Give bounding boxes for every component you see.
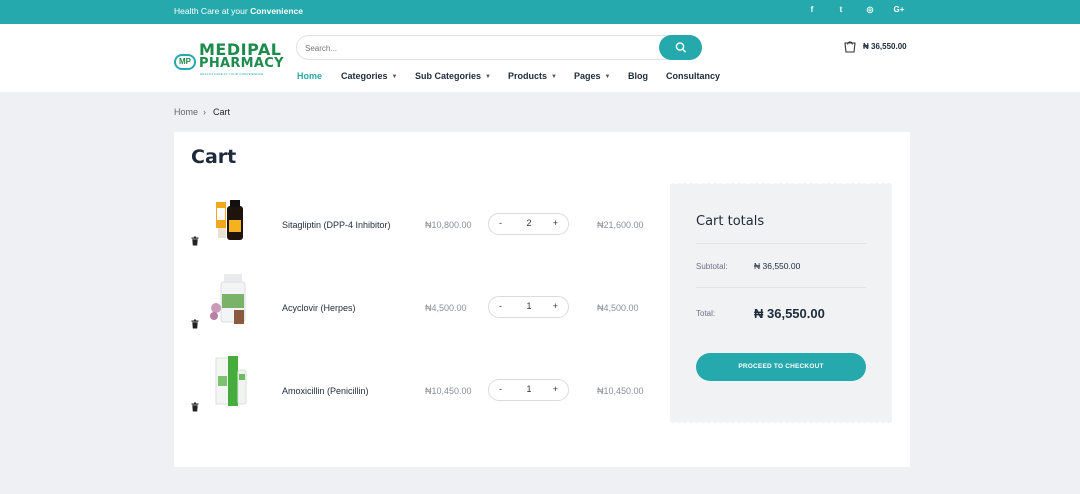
trash-icon[interactable] (190, 402, 200, 412)
tagline: Health Care at your Convenience (174, 6, 303, 16)
product-price: ₦4,500.00 (425, 303, 467, 313)
quantity-decrease-button[interactable]: - (499, 301, 502, 311)
trash-icon[interactable] (190, 236, 200, 246)
nav-products[interactable]: Products ▼ (508, 71, 557, 81)
logo-subtitle: HEALTH CARE AT YOUR CONVENIENCE (200, 72, 264, 76)
breadcrumb-separator: › (203, 107, 206, 117)
quantity-value[interactable]: 1 (525, 301, 533, 311)
total-value: ₦ 36,550.00 (754, 306, 825, 321)
top-bar: Health Care at your Convenience f t ◎ G+ (0, 0, 1080, 24)
line-total: ₦4,500.00 (597, 303, 639, 313)
page-title: Cart (191, 146, 237, 168)
product-image[interactable] (204, 192, 259, 252)
twitter-icon[interactable]: t (835, 5, 847, 14)
quantity-value[interactable]: 2 (525, 218, 533, 228)
divider (696, 287, 866, 288)
quantity-value[interactable]: 1 (525, 384, 533, 394)
nav-home[interactable]: Home (297, 71, 322, 81)
quantity-increase-button[interactable]: + (553, 384, 558, 394)
logo[interactable]: MP MEDIPAL PHARMACY HEALTH CARE AT YOUR … (174, 40, 284, 76)
logo-badge: MP (174, 54, 196, 70)
quantity-stepper: - 1 + (488, 379, 569, 401)
search-button[interactable] (659, 35, 702, 60)
panel-edge-top (670, 183, 892, 185)
google-plus-icon[interactable]: G+ (893, 5, 905, 14)
nav-blog[interactable]: Blog (628, 71, 648, 81)
product-image[interactable] (204, 354, 259, 414)
cart-row: Amoxicillin (Penicillin) ₦10,450.00 - 1 … (174, 354, 654, 424)
cart-card: Cart Sitagliptin (DPP-4 Inhibitor) ₦10,8… (174, 132, 910, 467)
quantity-increase-button[interactable]: + (553, 301, 558, 311)
line-total: ₦10,450.00 (597, 386, 644, 396)
header-cart[interactable]: ₦ 36,550.00 (843, 39, 907, 53)
quantity-increase-button[interactable]: + (553, 218, 558, 228)
chevron-down-icon: ▼ (485, 74, 491, 80)
cart-row: Sitagliptin (DPP-4 Inhibitor) ₦10,800.00… (174, 192, 654, 262)
quantity-stepper: - 2 + (488, 213, 569, 235)
cart-totals-panel: Cart totals Subtotal: ₦ 36,550.00 Total:… (670, 183, 892, 423)
quantity-stepper: - 1 + (488, 296, 569, 318)
product-price: ₦10,800.00 (425, 220, 472, 230)
breadcrumb-current: Cart (213, 107, 231, 117)
breadcrumb-home[interactable]: Home (174, 107, 198, 117)
total-label: Total: (696, 309, 716, 318)
search-input[interactable] (305, 41, 655, 55)
panel-edge-bottom (670, 421, 892, 423)
nav-categories[interactable]: Categories ▼ (341, 71, 397, 81)
product-image[interactable] (204, 272, 259, 332)
nav-consultancy[interactable]: Consultancy (666, 71, 720, 81)
nav-pages[interactable]: Pages ▼ (574, 71, 610, 81)
product-price: ₦10,450.00 (425, 386, 472, 396)
header-cart-total: ₦ 36,550.00 (863, 42, 907, 51)
divider (696, 243, 866, 244)
instagram-icon[interactable]: ◎ (864, 5, 876, 14)
shopping-bag-icon (844, 41, 856, 53)
subtotal-label: Subtotal: (696, 262, 728, 271)
logo-line-2: PHARMACY (199, 56, 284, 71)
chevron-down-icon: ▼ (391, 74, 398, 80)
cart-totals-heading: Cart totals (696, 214, 765, 229)
nav-sub-categories[interactable]: Sub Categories ▼ (415, 71, 491, 81)
product-name[interactable]: Amoxicillin (Penicillin) (282, 386, 369, 396)
subtotal-value: ₦ 36,550.00 (754, 261, 801, 271)
quantity-decrease-button[interactable]: - (499, 218, 502, 228)
search-bar (296, 35, 702, 60)
product-name[interactable]: Acyclovir (Herpes) (282, 303, 356, 313)
cart-row: Acyclovir (Herpes) ₦4,500.00 - 1 + ₦4,50… (174, 272, 654, 342)
product-name[interactable]: Sitagliptin (DPP-4 Inhibitor) (282, 220, 391, 230)
chevron-down-icon: ▼ (604, 74, 611, 80)
chevron-down-icon: ▼ (551, 74, 557, 80)
quantity-decrease-button[interactable]: - (499, 384, 502, 394)
line-total: ₦21,600.00 (597, 220, 644, 230)
search-icon (675, 42, 686, 53)
facebook-icon[interactable]: f (806, 5, 818, 14)
trash-icon[interactable] (190, 319, 200, 329)
proceed-to-checkout-button[interactable]: PROCEED TO CHECKOUT (696, 353, 866, 381)
site-header: MP MEDIPAL PHARMACY HEALTH CARE AT YOUR … (0, 24, 1080, 92)
